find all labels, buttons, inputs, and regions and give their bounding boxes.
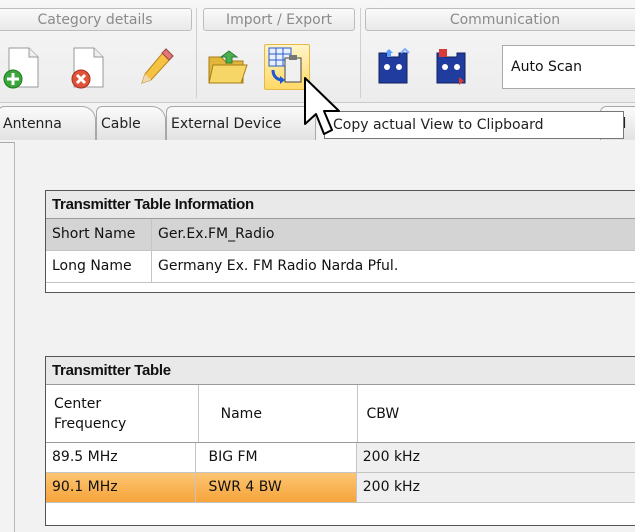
table-row[interactable]: 89.5 MHz BIG FM 200 kHz (46, 443, 635, 473)
tx-table-title: Transmitter Table (46, 357, 635, 385)
delete-category-button[interactable] (65, 44, 111, 90)
copy-view-clipboard-icon (268, 47, 302, 84)
import-button[interactable] (205, 44, 251, 90)
tx-table-header: Center Frequency Name CBW (46, 385, 635, 443)
group-communication: Communication (365, 8, 635, 31)
delete-document-icon (71, 47, 104, 89)
info-row-long-name[interactable]: Long Name Germany Ex. FM Radio Narda Pfu… (46, 251, 635, 283)
ribbon-separator (196, 8, 197, 98)
device-upload-icon (378, 47, 410, 84)
cell-cbw[interactable]: 200 kHz (356, 473, 635, 502)
new-document-icon (3, 47, 39, 89)
group-import-export: Import / Export (203, 8, 355, 31)
cell-name[interactable]: BIG FM (196, 443, 357, 472)
device-upload-button[interactable] (370, 44, 416, 90)
info-value[interactable]: Ger.Ex.FM_Radio (152, 219, 274, 250)
tab-external-device[interactable]: External Device (166, 106, 316, 140)
column-header-center-frequency[interactable]: Center Frequency (46, 385, 199, 442)
cell-frequency[interactable]: 90.1 MHz (46, 473, 197, 502)
info-value[interactable]: Germany Ex. FM Radio Narda Pful. (152, 251, 398, 282)
ribbon-separator (360, 8, 361, 98)
cell-name[interactable]: SWR 4 BW (196, 473, 357, 502)
column-header-name[interactable]: Name (199, 385, 359, 442)
device-download-button[interactable] (428, 44, 474, 90)
info-label: Short Name (46, 219, 152, 250)
transmitter-info-table: Transmitter Table Information Short Name… (45, 190, 635, 293)
auto-scan-dropdown[interactable]: Auto Scan (502, 45, 635, 89)
tooltip: Copy actual View to Clipboard (324, 111, 624, 139)
transmitter-table: Transmitter Table Center Frequency Name … (45, 356, 635, 526)
new-category-button[interactable] (0, 44, 46, 90)
cell-frequency[interactable]: 89.5 MHz (46, 443, 197, 472)
table-row-selected[interactable]: 90.1 MHz SWR 4 BW 200 kHz (46, 473, 635, 503)
group-category-details: Category details (0, 8, 192, 31)
cell-cbw[interactable]: 200 kHz (356, 443, 635, 472)
info-row-short-name[interactable]: Short Name Ger.Ex.FM_Radio (46, 219, 635, 251)
edit-category-button[interactable] (133, 44, 179, 90)
info-label: Long Name (46, 251, 152, 282)
device-download-icon (436, 49, 466, 85)
info-table-title: Transmitter Table Information (46, 191, 635, 219)
mouse-pointer-icon (304, 77, 340, 135)
column-header-cbw[interactable]: CBW (358, 385, 635, 442)
tab-cable[interactable]: Cable (96, 106, 166, 140)
open-folder-icon (208, 50, 248, 84)
edit-pencil-icon (141, 48, 174, 84)
tab-antenna[interactable]: Antenna (0, 106, 96, 140)
